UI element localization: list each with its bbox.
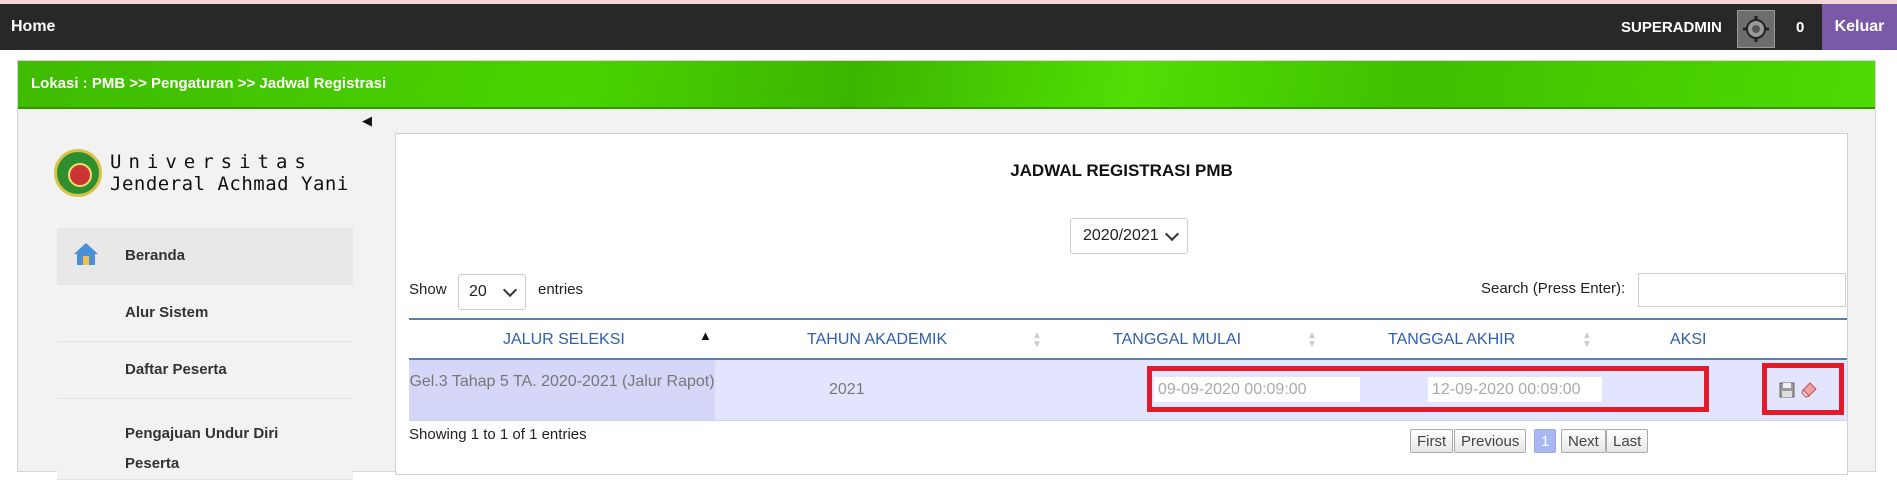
- page-title: JADWAL REGISTRASI PMB: [1010, 161, 1233, 180]
- top-navbar: Home SUPERADMIN 0 Keluar: [0, 0, 1897, 50]
- column-header-jalur-seleksi[interactable]: JALUR SELEKSI: [503, 331, 625, 349]
- academic-year-select[interactable]: 2020/2021: [1070, 218, 1188, 254]
- chevron-down-icon: [502, 282, 518, 298]
- column-header-tanggal-akhir[interactable]: TANGGAL AKHIR: [1388, 331, 1515, 349]
- start-date-input[interactable]: 09-09-2020 00:09:00: [1154, 377, 1360, 402]
- table-row: Gel.3 Tahap 5 TA. 2020-2021 (Jalur Rapot…: [409, 360, 1847, 421]
- column-header-tahun-akademik[interactable]: TAHUN AKADEMIK: [807, 331, 947, 349]
- sort-asc-icon[interactable]: ▲: [699, 329, 712, 342]
- current-page-button[interactable]: 1: [1534, 429, 1557, 453]
- sidebar-item-alur-sistem[interactable]: Alur Sistem: [57, 285, 353, 342]
- sidebar-item-label: Beranda: [125, 247, 186, 264]
- username-label: SUPERADMIN: [1621, 19, 1722, 36]
- breadcrumb: Lokasi : PMB >> Pengaturan >> Jadwal Reg…: [31, 75, 387, 92]
- home-icon: [74, 243, 98, 265]
- home-link[interactable]: Home: [11, 18, 55, 36]
- save-icon[interactable]: [1779, 382, 1795, 398]
- university-seal-icon: [54, 149, 102, 197]
- collapse-sidebar-icon[interactable]: ◀: [362, 113, 372, 129]
- sidebar-item-label: Pengajuan Undur Diri Peserta: [125, 425, 279, 472]
- cell-tahun-akademik: 2021: [829, 381, 865, 398]
- entries-length-value: 20: [469, 283, 487, 300]
- logo-line-1: Universitas: [110, 151, 313, 173]
- sidebar-item-label: Alur Sistem: [125, 304, 209, 321]
- eraser-icon[interactable]: [1801, 382, 1817, 398]
- sidebar-menu: Beranda Alur Sistem Daftar Peserta Penga…: [57, 228, 353, 480]
- previous-page-button[interactable]: Previous: [1454, 429, 1527, 453]
- chevron-down-icon: [1164, 226, 1180, 242]
- sort-both-icon[interactable]: ▲ ▼: [1307, 331, 1317, 350]
- university-logo: Universitas Jenderal Achmad Yani: [54, 149, 354, 209]
- sidebar-item-label: Daftar Peserta: [125, 361, 227, 378]
- cell-jalur-seleksi: Gel.3 Tahap 5 TA. 2020-2021 (Jalur Rapot…: [409, 360, 715, 420]
- logout-button[interactable]: Keluar: [1822, 4, 1897, 50]
- academic-year-value: 2020/2021: [1083, 227, 1159, 244]
- next-page-button[interactable]: Next: [1561, 429, 1606, 453]
- content-panel: JADWAL REGISTRASI PMB 2020/2021 Show 20 …: [395, 133, 1848, 475]
- column-header-aksi: AKSI: [1670, 331, 1707, 348]
- table-info: Showing 1 to 1 of 1 entries: [409, 426, 587, 443]
- column-header-tanggal-mulai[interactable]: TANGGAL MULAI: [1113, 331, 1241, 349]
- notification-count[interactable]: 0: [1796, 19, 1804, 36]
- sidebar-item-pengajuan-undur-diri[interactable]: Pengajuan Undur Diri Peserta: [57, 399, 353, 480]
- search-label: Search (Press Enter):: [1481, 280, 1626, 297]
- sidebar-item-beranda[interactable]: Beranda: [57, 228, 353, 285]
- entries-length-select[interactable]: 20: [458, 274, 526, 310]
- pagination: First Previous 1 Next Last: [1410, 429, 1847, 453]
- actions-highlight: [1762, 363, 1844, 415]
- settings-gear-icon[interactable]: [1737, 10, 1775, 48]
- sort-both-icon[interactable]: ▲ ▼: [1582, 331, 1592, 350]
- sort-both-icon[interactable]: ▲ ▼: [1032, 331, 1042, 350]
- entries-label: entries: [538, 281, 584, 298]
- last-page-button[interactable]: Last: [1606, 429, 1649, 453]
- location-bar: Lokasi : PMB >> Pengaturan >> Jadwal Reg…: [18, 61, 1875, 109]
- table-header: JALUR SELEKSI ▲ TAHUN AKADEMIK ▲ ▼ TANGGA…: [409, 318, 1847, 360]
- search-input[interactable]: [1638, 273, 1846, 307]
- date-fields-highlight: 09-09-2020 00:09:00 12-09-2020 00:09:00: [1147, 366, 1709, 412]
- first-page-button[interactable]: First: [1410, 429, 1454, 453]
- show-label: Show: [409, 281, 447, 298]
- end-date-input[interactable]: 12-09-2020 00:09:00: [1428, 377, 1602, 402]
- logo-line-2: Jenderal Achmad Yani: [110, 173, 349, 195]
- sidebar-item-daftar-peserta[interactable]: Daftar Peserta: [57, 342, 353, 399]
